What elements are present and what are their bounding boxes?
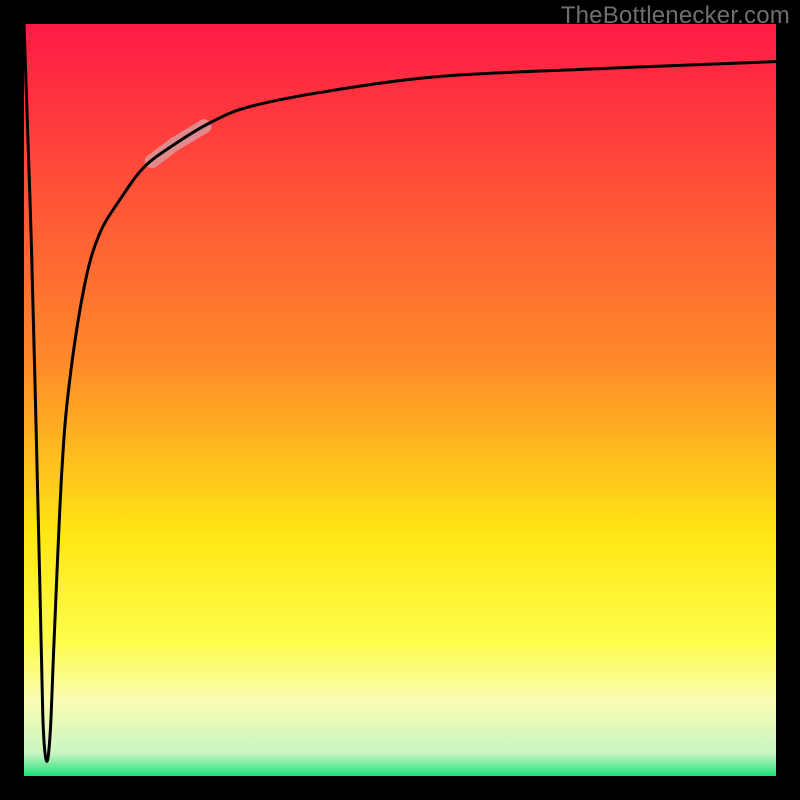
watermark-text: TheBottlenecker.com bbox=[561, 2, 790, 30]
plot-background bbox=[24, 24, 776, 776]
chart-frame: TheBottlenecker.com bbox=[0, 0, 800, 800]
chart-svg bbox=[0, 0, 800, 800]
